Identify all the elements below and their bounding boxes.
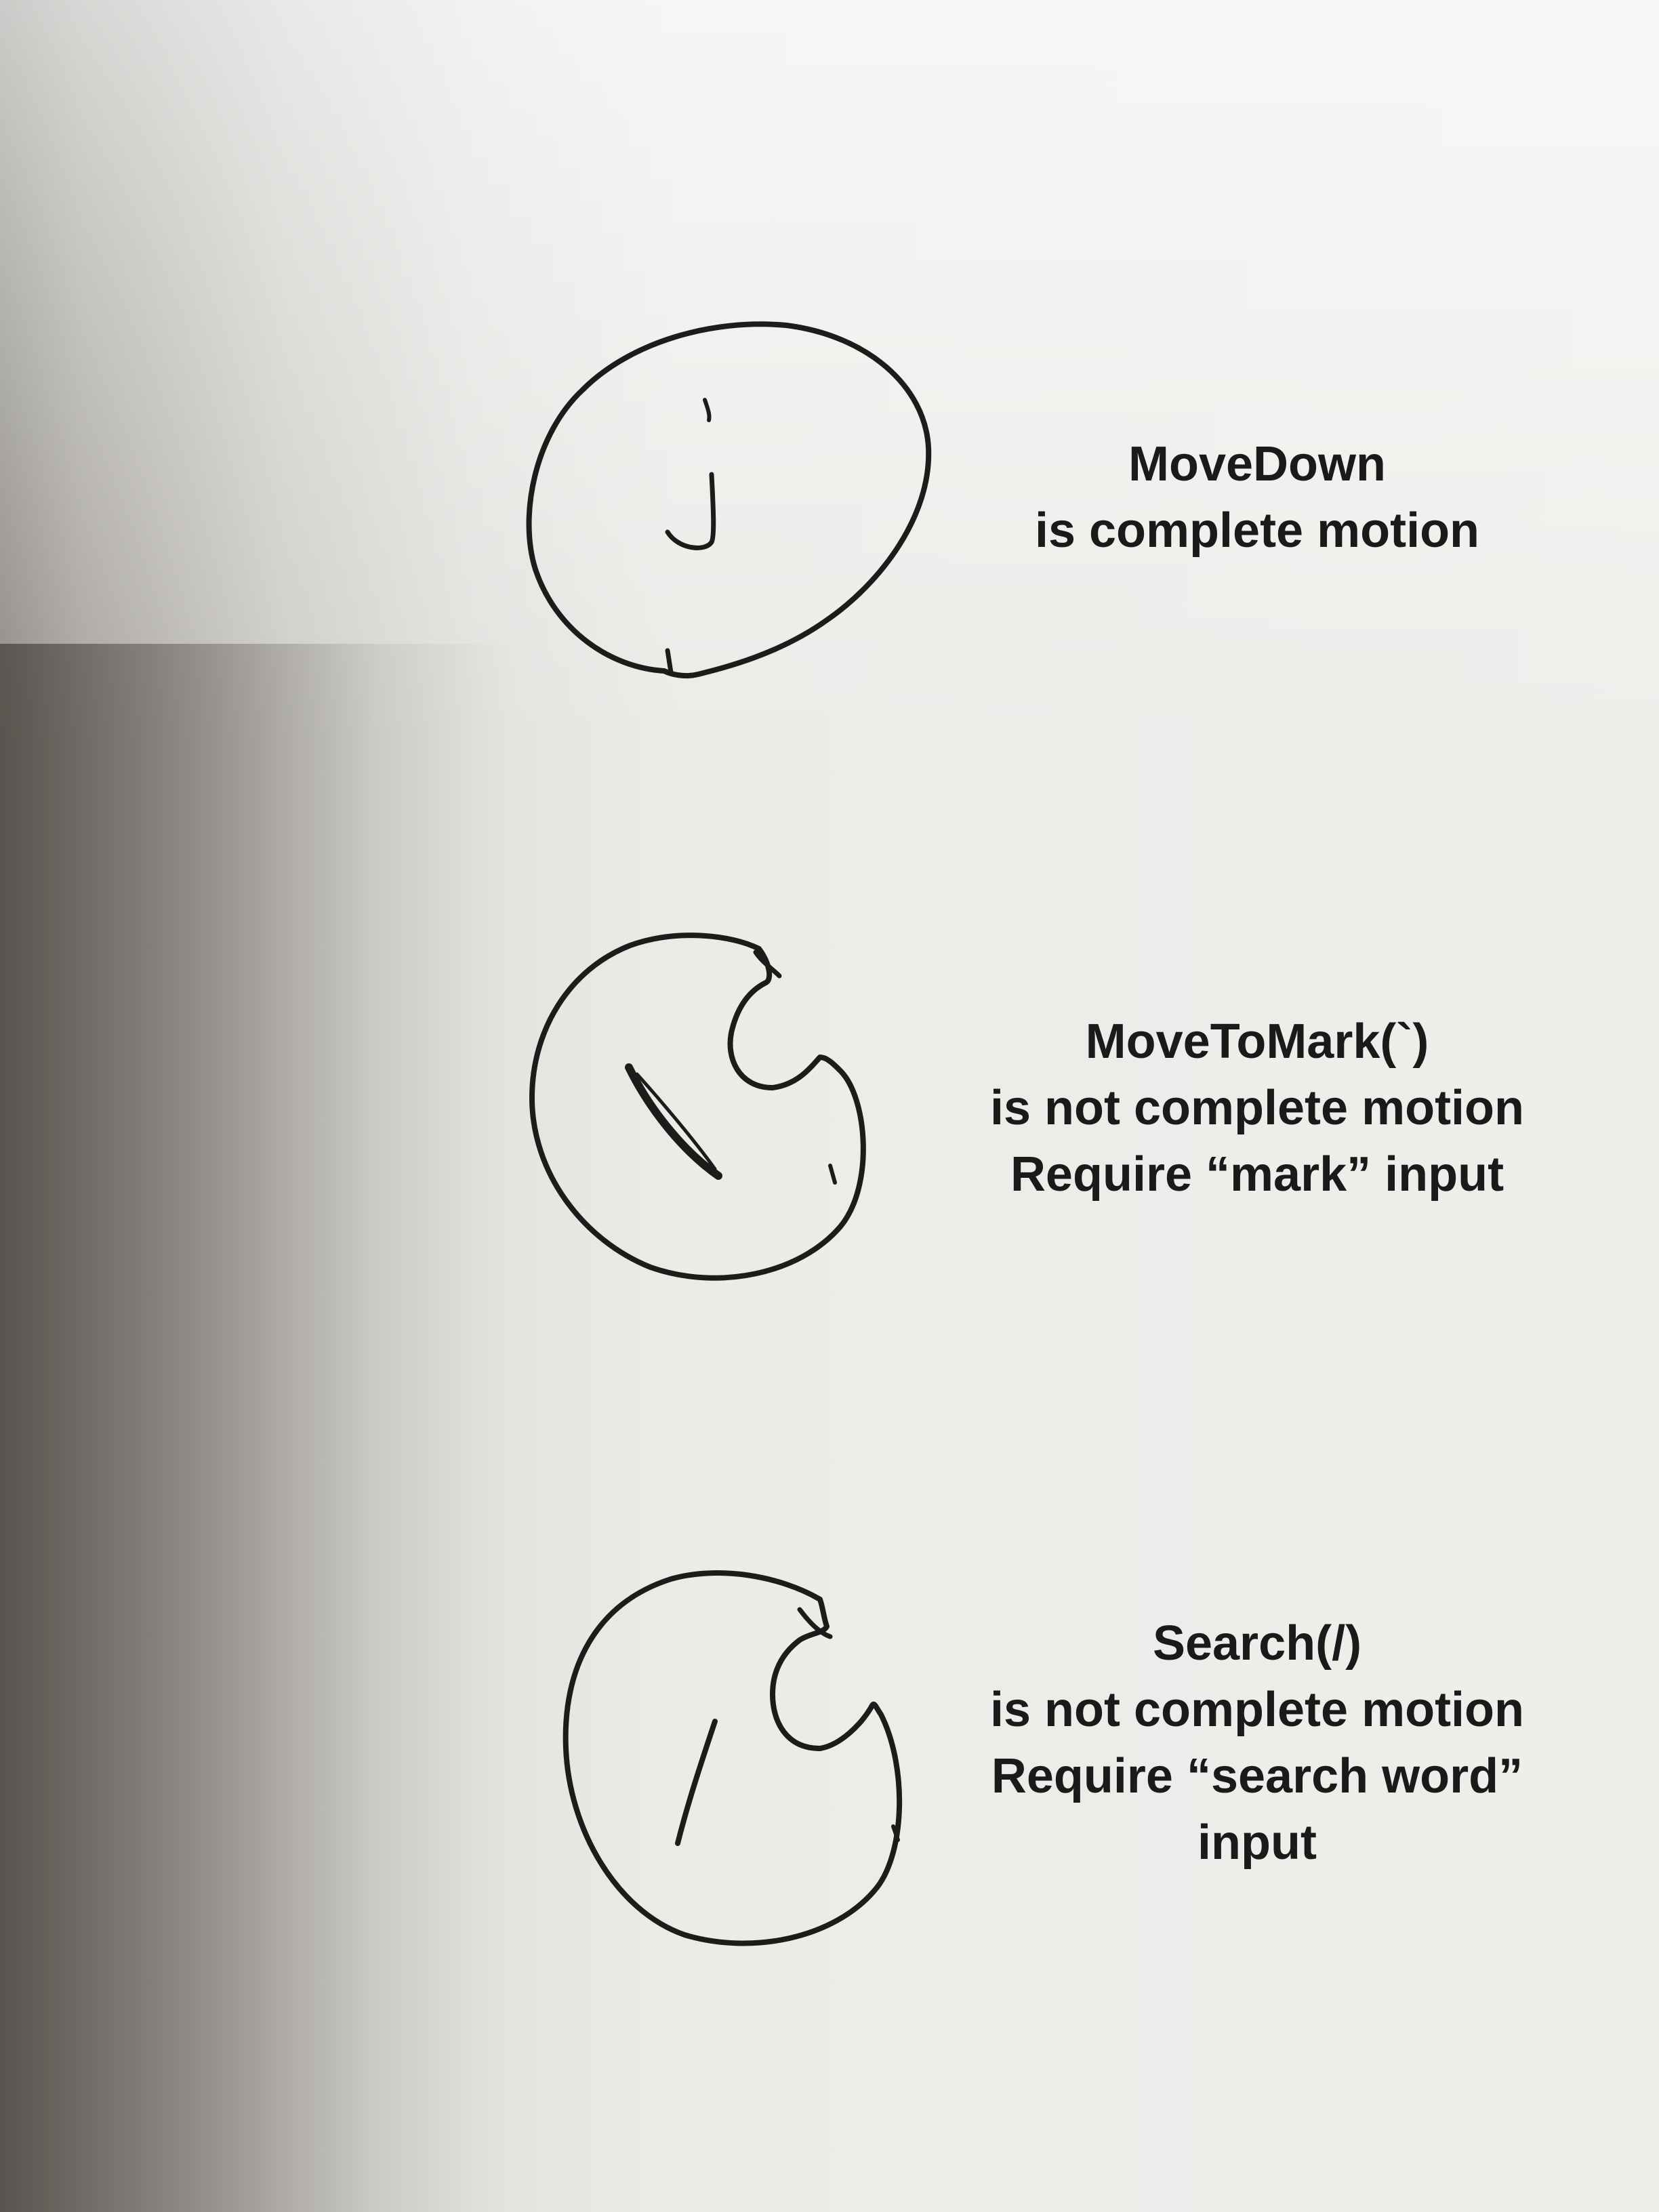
- caption-line: Require “search word”: [991, 1749, 1523, 1803]
- caption-move-to-mark: MoveToMark(`) is not complete motion Req…: [952, 1008, 1562, 1208]
- caption-move-down: MoveDown is complete motion: [952, 431, 1562, 564]
- caption-line: is not complete motion: [989, 1683, 1525, 1737]
- caption-line: MoveDown: [1128, 437, 1386, 491]
- slash-glyph: [675, 1719, 718, 1846]
- backtick-glyph-stroke: [635, 1072, 717, 1171]
- incomplete-motion-circle-mark: [529, 933, 866, 1281]
- backtick-glyph: [625, 1063, 722, 1180]
- circle-join-tick: [665, 648, 674, 675]
- j-dot: [703, 398, 712, 422]
- caption-line: is complete motion: [1034, 504, 1480, 558]
- caption-line: Require “mark” input: [1010, 1147, 1504, 1202]
- caption-line: Search(/): [1152, 1616, 1362, 1671]
- caption-line: MoveToMark(`): [1085, 1015, 1429, 1069]
- incomplete-motion-circle-search: [562, 1570, 903, 1946]
- caption-search: Search(/) is not complete motion Require…: [952, 1610, 1562, 1876]
- caption-line: is not complete motion: [989, 1081, 1525, 1135]
- caption-line: input: [1197, 1816, 1317, 1870]
- j-glyph: [665, 472, 716, 550]
- mark-mouth-tick: [828, 1164, 837, 1185]
- complete-motion-circle: [526, 321, 932, 679]
